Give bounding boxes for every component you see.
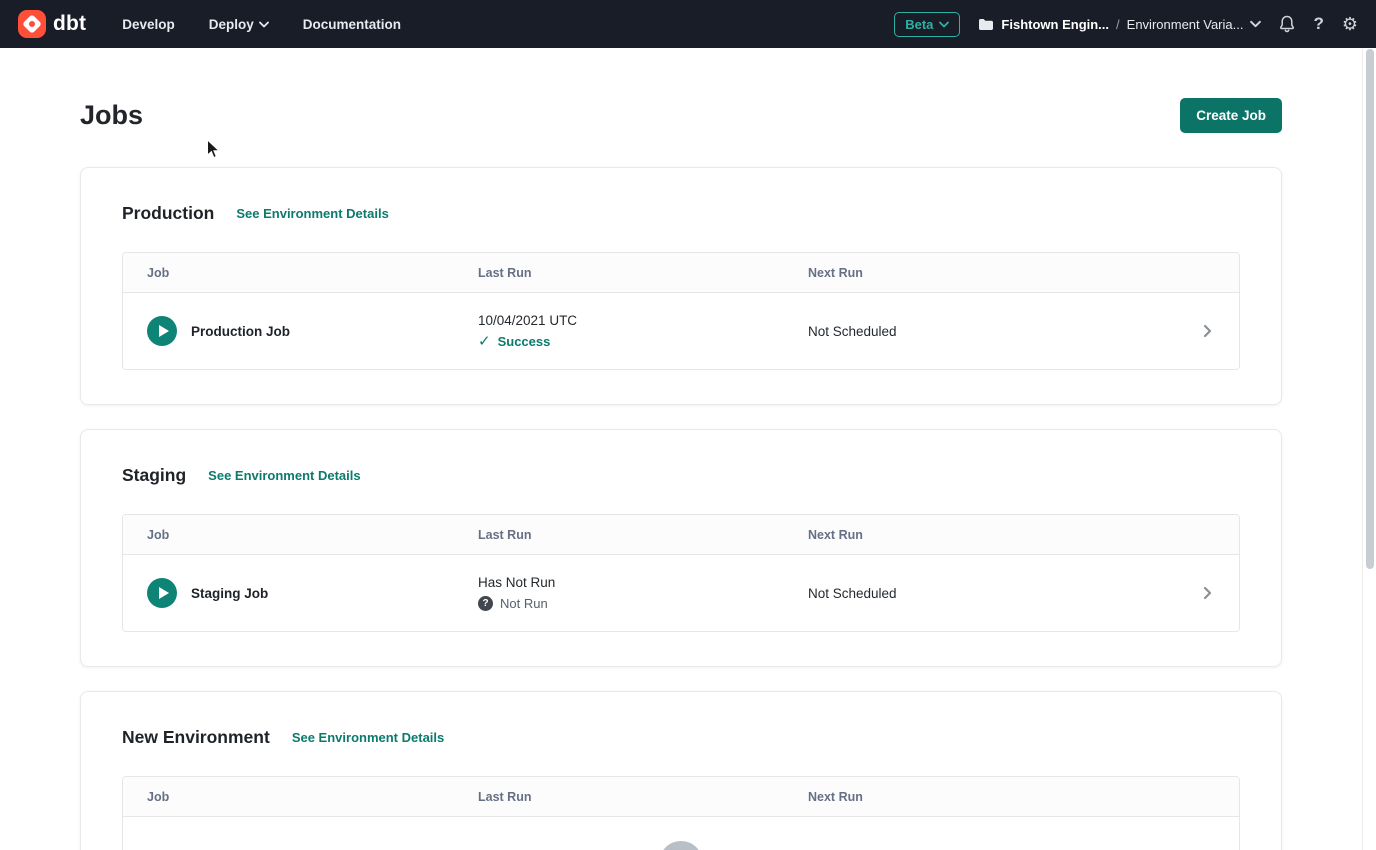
breadcrumb-separator: / bbox=[1116, 17, 1120, 32]
environment-card-new-environment: New Environment See Environment Details … bbox=[80, 691, 1282, 850]
chevron-down-icon bbox=[259, 21, 269, 28]
settings-gear-icon[interactable]: ⚙ bbox=[1342, 15, 1358, 33]
environment-name: New Environment bbox=[122, 726, 270, 748]
folder-icon bbox=[978, 18, 994, 31]
chevron-down-icon bbox=[1250, 20, 1261, 28]
nav-links: Develop Deploy Documentation bbox=[122, 17, 401, 32]
nav-link-deploy-label: Deploy bbox=[209, 17, 254, 32]
job-name: Production Job bbox=[191, 324, 290, 339]
table-header-row: Job Last Run Next Run bbox=[123, 515, 1239, 555]
last-run-date: 10/04/2021 UTC bbox=[478, 313, 808, 328]
nav-link-documentation-label: Documentation bbox=[303, 17, 401, 32]
jobs-table: Job Last Run Next Run Production Job 10/… bbox=[122, 252, 1240, 370]
help-icon[interactable]: ? bbox=[1313, 14, 1323, 34]
breadcrumb-current: Environment Varia... bbox=[1127, 17, 1244, 32]
environment-name: Production bbox=[122, 202, 214, 224]
job-cell: Staging Job bbox=[147, 578, 478, 608]
nav-link-deploy[interactable]: Deploy bbox=[209, 17, 269, 32]
next-run-cell: Not Scheduled bbox=[808, 324, 1187, 339]
column-header-next-run: Next Run bbox=[808, 528, 1187, 542]
top-navbar: dbt Develop Deploy Documentation Beta Fi… bbox=[0, 0, 1376, 48]
breadcrumb-account: Fishtown Engin... bbox=[1001, 17, 1109, 32]
table-header-row: Job Last Run Next Run bbox=[123, 777, 1239, 817]
dbt-logo[interactable]: dbt bbox=[18, 10, 86, 38]
status-label: Not Run bbox=[500, 596, 548, 611]
navbar-right: Beta Fishtown Engin... / Environment Var… bbox=[894, 12, 1358, 37]
column-header-last-run: Last Run bbox=[478, 790, 808, 804]
page-title: Jobs bbox=[80, 100, 143, 131]
environment-card-staging: Staging See Environment Details Job Last… bbox=[80, 429, 1282, 667]
table-header-row: Job Last Run Next Run bbox=[123, 253, 1239, 293]
last-run-cell: 10/04/2021 UTC ✓ Success bbox=[478, 313, 808, 349]
table-row[interactable]: Production Job 10/04/2021 UTC ✓ Success … bbox=[123, 293, 1239, 369]
column-header-job: Job bbox=[147, 266, 478, 280]
card-header: Staging See Environment Details bbox=[122, 464, 1240, 486]
see-environment-details-link[interactable]: See Environment Details bbox=[236, 206, 388, 221]
dbt-logo-icon bbox=[18, 10, 46, 38]
last-run-cell: Has Not Run ? Not Run bbox=[478, 575, 808, 611]
column-header-next-run: Next Run bbox=[808, 266, 1187, 280]
check-icon: ✓ bbox=[478, 334, 491, 349]
last-run-date: Has Not Run bbox=[478, 575, 808, 590]
environment-card-production: Production See Environment Details Job L… bbox=[80, 167, 1282, 405]
environment-name: Staging bbox=[122, 464, 186, 486]
dbt-logo-text: dbt bbox=[53, 12, 86, 36]
main-content: Jobs Create Job Production See Environme… bbox=[0, 98, 1362, 850]
breadcrumb[interactable]: Fishtown Engin... / Environment Varia... bbox=[978, 17, 1261, 32]
nav-link-develop-label: Develop bbox=[122, 17, 175, 32]
column-header-job: Job bbox=[147, 790, 478, 804]
column-header-next-run: Next Run bbox=[808, 790, 1187, 804]
beta-dropdown-button[interactable]: Beta bbox=[894, 12, 960, 37]
see-environment-details-link[interactable]: See Environment Details bbox=[292, 730, 444, 745]
status-badge: ? Not Run bbox=[478, 596, 808, 611]
status-label: Success bbox=[498, 334, 551, 349]
card-header: Production See Environment Details bbox=[122, 202, 1240, 224]
run-job-play-button[interactable] bbox=[147, 578, 177, 608]
job-name: Staging Job bbox=[191, 586, 268, 601]
column-header-last-run: Last Run bbox=[478, 528, 808, 542]
page-header: Jobs Create Job bbox=[80, 98, 1282, 133]
table-row[interactable]: Staging Job Has Not Run ? Not Run Not Sc… bbox=[123, 555, 1239, 631]
chevron-down-icon bbox=[939, 21, 949, 28]
scrollbar-thumb[interactable] bbox=[1366, 49, 1374, 569]
status-badge: ✓ Success bbox=[478, 334, 808, 349]
create-job-button[interactable]: Create Job bbox=[1180, 98, 1282, 133]
question-circle-icon: ? bbox=[478, 596, 493, 611]
beta-label: Beta bbox=[905, 17, 933, 32]
empty-state: ? bbox=[123, 817, 1239, 850]
nav-link-develop[interactable]: Develop bbox=[122, 17, 175, 32]
jobs-table: Job Last Run Next Run ? bbox=[122, 776, 1240, 850]
column-header-job: Job bbox=[147, 528, 478, 542]
vertical-scrollbar[interactable] bbox=[1362, 48, 1376, 850]
column-header-last-run: Last Run bbox=[478, 266, 808, 280]
next-run-cell: Not Scheduled bbox=[808, 586, 1187, 601]
chevron-right-icon[interactable] bbox=[1187, 585, 1215, 601]
run-job-play-button[interactable] bbox=[147, 316, 177, 346]
card-header: New Environment See Environment Details bbox=[122, 726, 1240, 748]
notifications-bell-icon[interactable] bbox=[1279, 15, 1295, 33]
jobs-table: Job Last Run Next Run Staging Job Has No… bbox=[122, 514, 1240, 632]
job-cell: Production Job bbox=[147, 316, 478, 346]
empty-state-question-icon: ? bbox=[659, 841, 703, 850]
see-environment-details-link[interactable]: See Environment Details bbox=[208, 468, 360, 483]
chevron-right-icon[interactable] bbox=[1187, 323, 1215, 339]
nav-link-documentation[interactable]: Documentation bbox=[303, 17, 401, 32]
